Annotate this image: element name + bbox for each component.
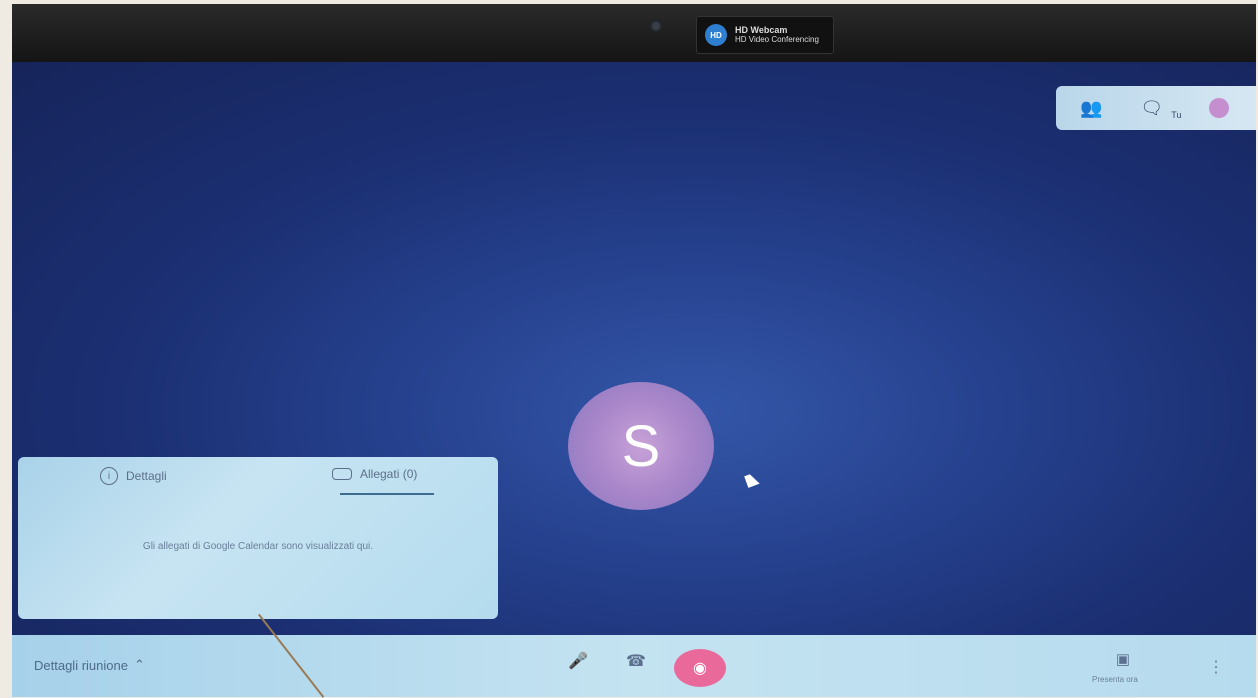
tab-details[interactable]: i Dettagli [100,467,167,485]
chat-icon[interactable]: 🗨 [1140,98,1163,119]
microphone-icon: 🎤 [568,653,588,670]
you-label: Tu [1171,110,1182,120]
tab-details-label: Dettagli [126,469,167,483]
webcam-badge: HD HD Webcam HD Video Conferencing [696,16,834,54]
webcam-bar: HD HD Webcam HD Video Conferencing [12,4,1256,62]
mouse-cursor-icon [744,472,760,488]
meeting-screen: 👥 🗨 Tu S i Dettagli Allegati (0) Gli all… [12,62,1256,697]
present-now-label: Presenta ora [1092,675,1138,684]
hd-camera-icon: HD [705,24,727,46]
meeting-details-button[interactable]: Dettagli riunione ⌃ [34,657,145,673]
laptop-bezel: HD HD Webcam HD Video Conferencing 👥 🗨 T… [12,4,1256,697]
present-screen-icon: ▣ [1115,651,1131,668]
microphone-button[interactable]: 🎤 [566,649,590,673]
meeting-details-card: i Dettagli Allegati (0) Gli allegati di … [18,457,498,619]
attachment-icon [332,468,352,480]
webcam-lens [650,20,662,32]
meeting-details-label: Dettagli riunione [34,657,128,673]
present-now-button[interactable]: ▣ [1110,649,1136,669]
webcam-badge-subtitle: HD Video Conferencing [735,35,819,44]
camera-off-icon: ◉ [693,660,707,677]
chevron-up-icon: ⌃ [133,657,145,672]
attachments-empty-message: Gli allegati di Google Calendar sono vis… [142,541,374,552]
tab-attachments[interactable]: Allegati (0) [332,467,417,481]
tab-attachments-label: Allegati (0) [360,467,418,481]
participant-avatar: S [568,382,714,510]
phone-icon: ☎ [626,653,646,670]
participant-initial: S [621,413,661,479]
more-options-icon[interactable]: ⋮ [1208,657,1224,677]
camera-toggle-button[interactable]: ◉ [674,649,726,687]
self-avatar[interactable] [1209,98,1230,118]
webcam-badge-title: HD Webcam [735,25,788,35]
hangup-button[interactable]: ☎ [624,649,648,673]
people-icon[interactable]: 👥 [1080,98,1102,119]
info-icon: i [100,467,118,485]
bottom-control-bar: Dettagli riunione ⌃ 🎤 ☎ ◉ ▣ Presenta ora… [12,635,1256,697]
active-tab-indicator [340,493,434,495]
top-right-panel: 👥 🗨 Tu [1056,86,1256,130]
